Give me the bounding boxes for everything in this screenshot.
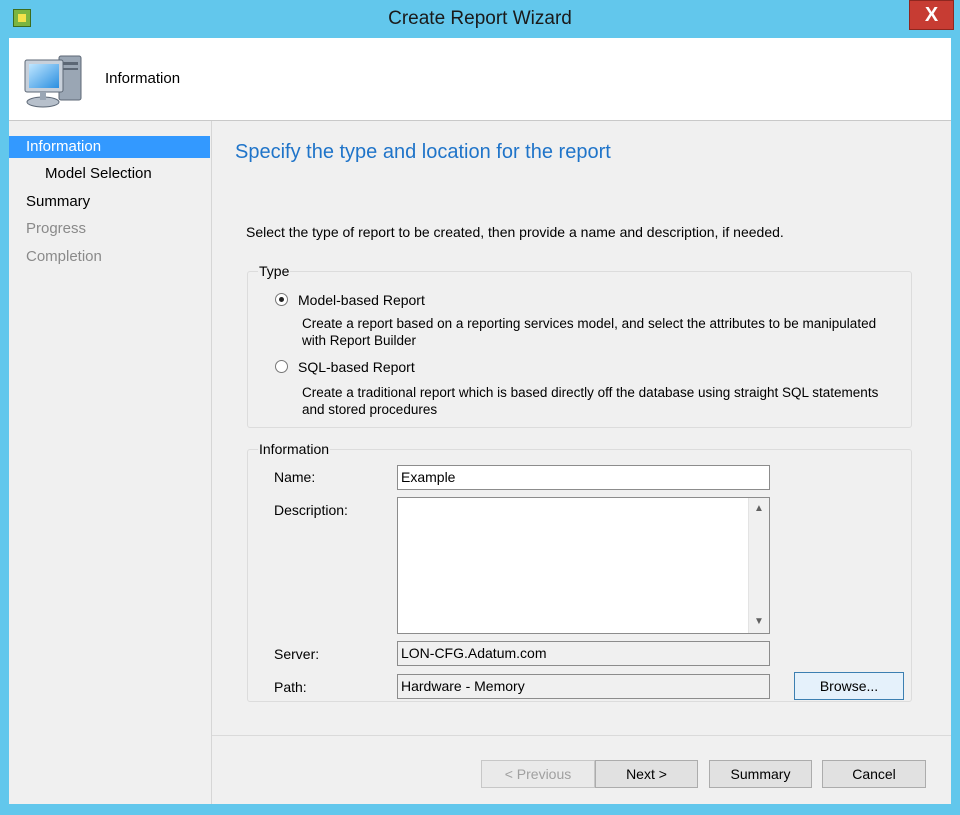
name-field[interactable]: Example xyxy=(397,465,770,490)
nav-item-information[interactable]: Information xyxy=(9,136,210,158)
type-group-label: Type xyxy=(258,263,291,279)
next-button[interactable]: Next > xyxy=(595,760,698,788)
server-field: LON-CFG.Adatum.com xyxy=(397,641,770,666)
path-label: Path: xyxy=(274,679,307,695)
information-group-label: Information xyxy=(258,441,331,457)
title-bar[interactable]: Create Report Wizard X xyxy=(0,0,960,38)
wizard-header: Information xyxy=(9,38,951,121)
sql-based-radio[interactable] xyxy=(275,360,288,373)
nav-item-completion: Completion xyxy=(26,248,102,265)
page-title: Specify the type and location for the re… xyxy=(235,141,611,163)
cancel-button[interactable]: Cancel xyxy=(822,760,926,788)
computer-icon xyxy=(24,55,82,108)
wizard-main: Specify the type and location for the re… xyxy=(212,121,951,804)
wizard-window: Create Report Wizard X Information Infor… xyxy=(0,0,960,815)
close-button[interactable]: X xyxy=(909,0,954,30)
summary-button[interactable]: Summary xyxy=(709,760,812,788)
wizard-step-nav: Information Model Selection Summary Prog… xyxy=(9,121,212,804)
path-field: Hardware - Memory xyxy=(397,674,770,699)
nav-item-model-selection[interactable]: Model Selection xyxy=(9,163,210,185)
instruction-text: Select the type of report to be created,… xyxy=(246,224,784,240)
type-group: Type Model-based Report Create a report … xyxy=(247,263,912,428)
scroll-up-icon[interactable]: ▲ xyxy=(751,501,767,517)
scroll-down-icon[interactable]: ▼ xyxy=(751,614,767,630)
name-label: Name: xyxy=(274,469,316,485)
description-label: Description: xyxy=(274,502,348,518)
nav-item-progress: Progress xyxy=(26,220,87,237)
header-step-label: Information xyxy=(105,70,181,87)
model-based-radio[interactable] xyxy=(275,293,288,306)
sql-based-description: Create a traditional report which is bas… xyxy=(302,385,879,417)
description-scrollbar[interactable]: ▲ ▼ xyxy=(748,498,769,633)
window-title: Create Report Wizard xyxy=(388,8,572,29)
footer-divider xyxy=(212,735,951,736)
nav-item-summary[interactable]: Summary xyxy=(9,191,210,213)
server-label: Server: xyxy=(274,646,320,662)
previous-button: < Previous xyxy=(481,760,595,788)
information-group: Information Name: Example Description: ▲… xyxy=(247,441,912,702)
description-field[interactable]: ▲ ▼ xyxy=(397,497,770,634)
model-based-label[interactable]: Model-based Report xyxy=(298,292,425,308)
browse-button[interactable]: Browse... xyxy=(794,672,904,700)
sql-based-label[interactable]: SQL-based Report xyxy=(298,359,415,375)
model-based-description: Create a report based on a reporting ser… xyxy=(302,316,877,348)
wizard-client: Information Information Model Selection … xyxy=(9,38,951,804)
